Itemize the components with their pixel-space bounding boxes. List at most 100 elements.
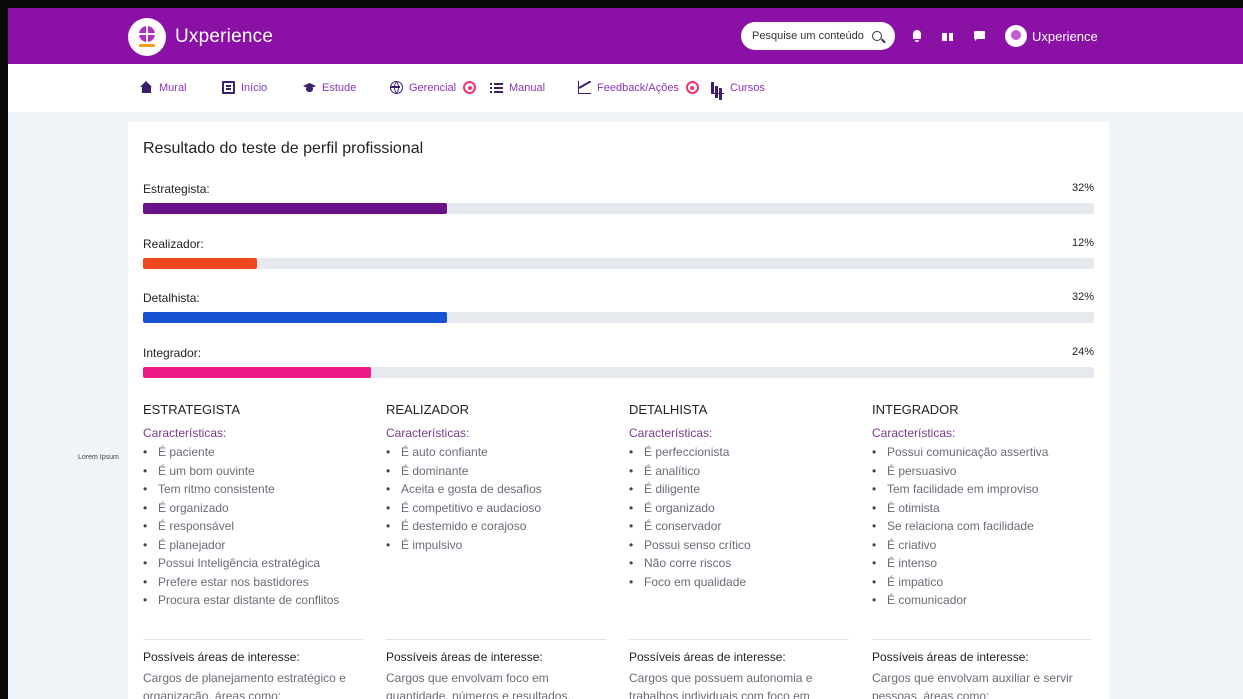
notification-dot-icon [685, 81, 699, 94]
nav-item-inicio[interactable]: Início [222, 81, 267, 94]
nav-item-label: Cursos [730, 81, 765, 94]
search-placeholder: Pesquise um conteúdo [752, 30, 864, 42]
areas-text: Cargos que envolvam foco em quantidade, … [386, 671, 571, 699]
bell-icon[interactable] [911, 29, 925, 43]
notification-dot-icon [463, 81, 477, 94]
score-percent: 12% [1071, 237, 1094, 249]
profile-column-realizador: REALIZADOR Características: É auto confi… [386, 402, 606, 554]
logo-icon [128, 18, 166, 56]
chat-icon[interactable] [973, 29, 987, 43]
trait-item: Possui Inteligência estratégica [143, 554, 363, 573]
progress-track [143, 367, 1094, 378]
traits-list: É auto confianteÉ dominanteAceita e gost… [386, 443, 606, 554]
trait-item: É um bom ouvinte [143, 462, 363, 481]
nav-item-label: Feedback/Ações [597, 81, 679, 94]
areas-text: Cargos que envolvam auxiliar e servir pe… [872, 671, 1073, 699]
trait-item: É destemido e corajoso [386, 517, 606, 536]
profile-heading: DETALHISTA [629, 402, 708, 417]
progress-track [143, 203, 1094, 214]
trait-item: É auto confiante [386, 443, 606, 462]
home-icon [140, 81, 153, 94]
trait-item: É organizado [143, 499, 363, 518]
score-label: Estrategista: [143, 182, 210, 196]
search-icon[interactable] [871, 31, 882, 41]
list-icon [490, 81, 503, 94]
nav-item-label: Mural [159, 81, 187, 94]
trait-item: Não corre riscos [629, 554, 849, 573]
trait-item: É intenso [872, 554, 1092, 573]
trait-item: Se relaciona com facilidade [872, 517, 1092, 536]
app-frame: Uxperience Pesquise um conteúdo Uxperien… [8, 8, 1243, 699]
profile-heading: ESTRATEGISTA [143, 402, 241, 417]
top-bar: Uxperience Pesquise um conteúdo Uxperien… [8, 8, 1243, 64]
divider [629, 639, 849, 640]
score-label: Detalhista: [143, 291, 200, 305]
nav-item-estude[interactable]: Estude [303, 81, 356, 94]
trait-item: Tem ritmo consistente [143, 480, 363, 499]
divider [872, 639, 1092, 640]
trait-item: É responsável [143, 517, 363, 536]
nav-item-cursos[interactable]: Cursos [711, 81, 765, 94]
traits-list: É pacienteÉ um bom ouvinteTem ritmo cons… [143, 443, 363, 610]
nav-item-mural[interactable]: Mural [140, 81, 187, 94]
nav-item-gerencial[interactable]: Gerencial [390, 81, 477, 94]
progress-track [143, 312, 1094, 323]
areas-title: Possíveis áreas de interesse: [629, 650, 786, 664]
divider [386, 639, 606, 640]
brand[interactable]: Uxperience [128, 18, 273, 56]
trait-item: É analítico [629, 462, 849, 481]
score-label: Realizador: [143, 237, 204, 251]
nav-item-manual[interactable]: Manual [490, 81, 545, 94]
traits-title: Características: [629, 426, 713, 440]
nav-item-label: Estude [322, 81, 357, 94]
traits-title: Características: [143, 426, 227, 440]
book-icon [222, 81, 235, 94]
result-card: Resultado do teste de perfil profissiona… [128, 122, 1109, 699]
trait-item: É diligente [629, 480, 849, 499]
score-percent: 32% [1071, 182, 1094, 194]
trait-item: É conservador [629, 517, 849, 536]
gift-icon[interactable] [941, 29, 955, 43]
nav-bar: Mural Início Estude Gerencial Manual Fee… [8, 64, 1243, 112]
profile-column-detalhista: DETALHISTA Características: É perfeccion… [629, 402, 849, 591]
areas-title: Possíveis áreas de interesse: [872, 650, 1029, 664]
globe-icon [390, 81, 403, 94]
traits-title: Características: [386, 426, 470, 440]
trait-item: Prefere estar nos bastidores [143, 573, 363, 592]
trait-item: Possui senso crítico [629, 536, 849, 555]
areas-text: Cargos que possuem autonomia e trabalhos… [629, 671, 813, 699]
progress-fill [143, 367, 372, 378]
trait-item: Aceita e gosta de desafios [386, 480, 606, 499]
trait-item: É impulsivo [386, 536, 606, 555]
trait-item: É planejador [143, 536, 363, 555]
areas-title: Possíveis áreas de interesse: [386, 650, 543, 664]
trait-item: Tem facilidade em improviso [872, 480, 1092, 499]
score-label: Integrador: [143, 346, 202, 360]
areas-text: Cargos de planejamento estratégico e org… [143, 671, 346, 699]
trait-item: É comunicador [872, 591, 1092, 610]
score-percent: 24% [1071, 346, 1094, 358]
divider [143, 639, 363, 640]
progress-track [143, 258, 1094, 269]
nav-item-label: Início [241, 81, 268, 94]
trait-item: É otimista [872, 499, 1092, 518]
trait-item: É paciente [143, 443, 363, 462]
trait-item: Possui comunicação assertiva [872, 443, 1092, 462]
trait-item: É criativo [872, 536, 1092, 555]
trait-item: É competitivo e audacioso [386, 499, 606, 518]
user-name: Uxperience [1032, 28, 1098, 44]
progress-fill [143, 203, 448, 214]
app-name: Uxperience [175, 26, 274, 47]
line-chart-icon [578, 81, 591, 94]
areas-title: Possíveis áreas de interesse: [143, 650, 300, 664]
trait-item: Foco em qualidade [629, 573, 849, 592]
trait-item: É impatico [872, 573, 1092, 592]
traits-list: Possui comunicação assertivaÉ persuasivo… [872, 443, 1092, 610]
traits-title: Características: [872, 426, 956, 440]
trait-item: Procura estar distante de conflitos [143, 591, 363, 610]
nav-item-feedback[interactable]: Feedback/Ações [578, 81, 699, 94]
user-menu[interactable]: Uxperience [1005, 25, 1098, 47]
traits-list: É perfeccionistaÉ analíticoÉ diligenteÉ … [629, 443, 849, 591]
progress-fill [143, 312, 448, 323]
search-input[interactable]: Pesquise um conteúdo [741, 22, 895, 50]
